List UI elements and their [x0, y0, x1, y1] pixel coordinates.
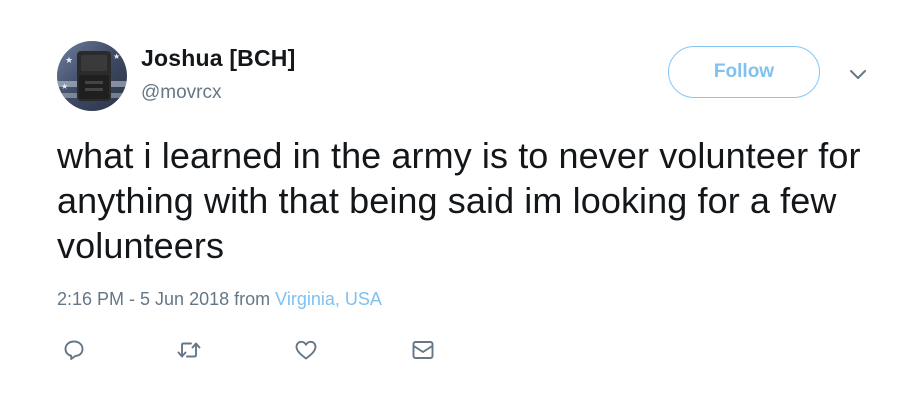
tweet-location[interactable]: Virginia, USA: [275, 289, 382, 309]
chevron-down-icon[interactable]: [846, 62, 870, 86]
tweet-card: ★ ★ ★ Joshua [BCH] @movrcx Follow what i…: [0, 0, 920, 405]
heart-icon[interactable]: [293, 338, 319, 364]
tweet-text: what i learned in the army is to never v…: [57, 135, 861, 266]
from-label: from: [234, 289, 271, 309]
user-avatar[interactable]: ★ ★ ★: [57, 41, 127, 111]
user-handle[interactable]: @movrcx: [141, 82, 222, 104]
svg-text:★: ★: [113, 52, 120, 61]
reply-icon[interactable]: [62, 338, 88, 364]
svg-text:★: ★: [65, 56, 73, 66]
avatar-photo-icon: ★ ★ ★: [57, 41, 127, 111]
display-name[interactable]: Joshua [BCH]: [141, 45, 295, 72]
envelope-icon[interactable]: [410, 338, 436, 364]
tweet-meta: 2:16 PM - 5 Jun 2018 from Virginia, USA: [57, 289, 382, 310]
svg-text:★: ★: [61, 82, 68, 91]
tweet-timestamp[interactable]: 2:16 PM - 5 Jun 2018: [57, 289, 229, 309]
follow-button[interactable]: Follow: [668, 46, 820, 98]
retweet-icon[interactable]: [176, 338, 202, 364]
